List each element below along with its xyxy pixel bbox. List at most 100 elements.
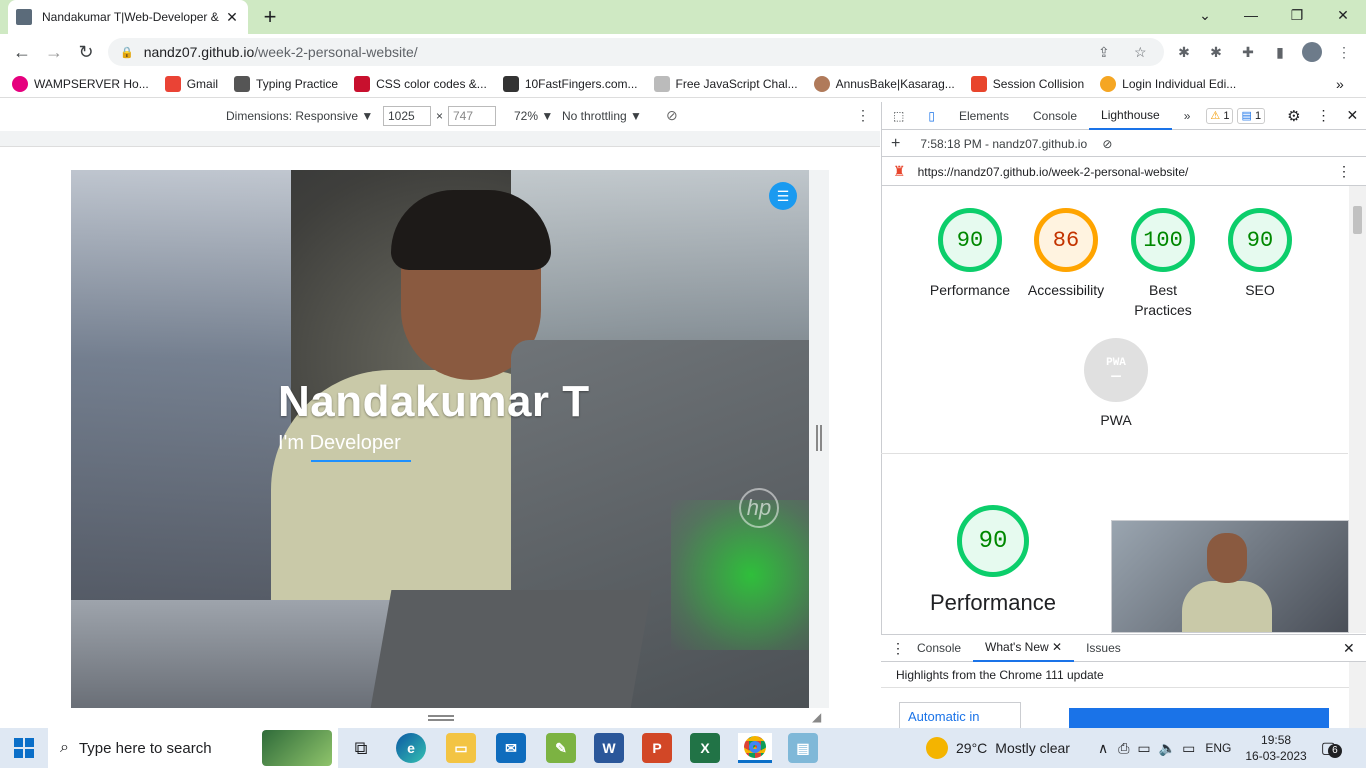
drawer-menu-icon[interactable]: ⋮: [891, 640, 905, 657]
resize-handle-right[interactable]: [816, 425, 822, 451]
drawer-tab-console[interactable]: Console: [905, 634, 973, 662]
thumbnail-shirt: [1182, 581, 1272, 632]
device-toggle-icon[interactable]: ▯: [916, 102, 947, 130]
bookmark-session-collision[interactable]: Session Collision: [970, 75, 1084, 92]
forward-icon[interactable]: →: [42, 40, 66, 64]
clear-reports-icon[interactable]: ⊘: [1102, 137, 1112, 151]
devtools-scrollbar[interactable]: [1349, 186, 1366, 633]
inspect-icon[interactable]: ⬚: [881, 102, 916, 130]
url-host: nandz07.github.io: [143, 44, 255, 60]
bookmark-gmail[interactable]: Gmail: [164, 75, 218, 92]
tray-chevron-icon[interactable]: ∧: [1098, 740, 1108, 757]
tab-elements[interactable]: Elements: [947, 102, 1021, 130]
restore-button[interactable]: ❐: [1274, 0, 1320, 30]
excel-icon[interactable]: X: [690, 733, 720, 763]
extension-bug-icon[interactable]: ✱: [1174, 42, 1194, 62]
chrome-icon[interactable]: [738, 733, 772, 763]
windows-start-icon[interactable]: [14, 738, 34, 758]
drawer-scrollbar[interactable]: [1349, 662, 1366, 728]
height-input[interactable]: 747: [448, 106, 496, 126]
tab-lighthouse[interactable]: Lighthouse: [1089, 102, 1172, 130]
mail-icon[interactable]: ✉: [496, 733, 526, 763]
final-screenshot-thumbnail[interactable]: [1111, 520, 1349, 633]
notepad-icon[interactable]: ▤: [788, 733, 818, 763]
chrome-menu-icon[interactable]: ⋮: [1334, 42, 1354, 62]
score-seo[interactable]: 90 SEO: [1210, 208, 1310, 300]
new-tab-button[interactable]: +: [258, 4, 282, 30]
bookmark-typing-practice[interactable]: Typing Practice: [234, 75, 338, 92]
volume-icon[interactable]: 🔈: [1159, 740, 1176, 757]
tab-console[interactable]: Console: [1021, 102, 1089, 130]
bookmark-star-icon[interactable]: ☆: [1134, 44, 1147, 61]
address-bar[interactable]: 🔒 nandz07.github.io/week-2-personal-webs…: [108, 38, 1164, 66]
usb-icon[interactable]: ⎙: [1118, 740, 1129, 757]
share-icon[interactable]: ⇪: [1098, 44, 1110, 61]
rotate-disabled-icon[interactable]: ⊘: [666, 107, 678, 124]
score-accessibility[interactable]: 86 Accessibility: [1016, 208, 1116, 300]
score-pwa[interactable]: PWA — PWA: [1066, 338, 1166, 430]
extension-bug2-icon[interactable]: ✱: [1206, 42, 1226, 62]
media-query-ruler[interactable]: [0, 131, 880, 147]
notification-icon[interactable]: ▢6: [1321, 738, 1342, 758]
new-report-icon[interactable]: +: [891, 135, 900, 153]
extensions-puzzle-icon[interactable]: ✚: [1238, 42, 1258, 62]
weather-moon-icon[interactable]: [926, 737, 948, 759]
resize-handle-bottom[interactable]: [428, 715, 454, 721]
profile-avatar[interactable]: [1302, 42, 1322, 62]
settings-gear-icon[interactable]: ⚙: [1287, 107, 1300, 125]
more-tabs-icon[interactable]: »: [1172, 102, 1203, 130]
file-explorer-icon[interactable]: ▭: [446, 733, 476, 763]
report-url[interactable]: https://nandz07.github.io/week-2-persona…: [918, 165, 1189, 179]
drawer-tab-issues[interactable]: Issues: [1074, 634, 1133, 662]
report-select[interactable]: 7:58:18 PM - nandz07.github.io ▼: [920, 137, 1092, 151]
bookmark-css-colors[interactable]: CSS color codes &...: [354, 75, 487, 92]
minimize-button[interactable]: —: [1228, 0, 1274, 30]
message-badge[interactable]: ▤ 1: [1237, 107, 1266, 124]
tab-close-icon[interactable]: ✕: [224, 9, 240, 26]
language-indicator[interactable]: ENG: [1205, 741, 1231, 755]
hamburger-menu-icon[interactable]: ☰: [769, 182, 797, 210]
drawer-tab-whats-new[interactable]: What's New ✕: [973, 634, 1075, 662]
word-icon[interactable]: W: [594, 733, 624, 763]
score-performance[interactable]: 90 Performance: [920, 208, 1020, 300]
score-best-practices[interactable]: 100 Best Practices: [1113, 208, 1213, 320]
task-view-icon[interactable]: ⧉: [346, 733, 376, 763]
device-more-icon[interactable]: ⋮: [856, 107, 870, 124]
weather-temp[interactable]: 29°C: [956, 740, 987, 756]
whats-new-card[interactable]: Automatic in: [899, 702, 1021, 728]
browser-tab[interactable]: Nandakumar T|Web-Developer & ✕: [8, 0, 248, 34]
warning-badge[interactable]: ⚠ 1: [1206, 107, 1234, 124]
edge-icon[interactable]: e: [396, 733, 426, 763]
back-icon[interactable]: ←: [10, 40, 34, 64]
bookmark-wampserver[interactable]: WAMPSERVER Ho...: [12, 75, 149, 92]
weather-text[interactable]: Mostly clear: [995, 740, 1070, 756]
close-window-button[interactable]: ✕: [1320, 0, 1366, 30]
clock[interactable]: 19:58 16-03-2023: [1245, 732, 1306, 764]
bookmark-login[interactable]: Login Individual Edi...: [1100, 75, 1236, 92]
scrollbar-thumb[interactable]: [1353, 206, 1362, 234]
taskbar-search-input[interactable]: ⌕ Type here to search: [48, 728, 338, 768]
report-menu-icon[interactable]: ⋮: [1337, 163, 1351, 180]
battery-icon[interactable]: ▭: [1137, 740, 1150, 757]
powerpoint-icon[interactable]: P: [642, 733, 672, 763]
zoom-select[interactable]: 72% ▼: [514, 109, 553, 123]
dimensions-select[interactable]: Dimensions: Responsive ▼: [226, 109, 373, 123]
network-icon[interactable]: ▭: [1182, 740, 1195, 757]
devtools-close-icon[interactable]: ✕: [1347, 107, 1359, 124]
bookmark-free-js[interactable]: Free JavaScript Chal...: [653, 75, 798, 92]
reload-icon[interactable]: ↻: [74, 40, 98, 64]
tab-search-icon[interactable]: ⌄: [1182, 0, 1228, 30]
width-input[interactable]: 1025: [383, 106, 431, 126]
throttling-select[interactable]: No throttling ▼: [562, 109, 642, 123]
resize-corner-icon[interactable]: ◢: [812, 710, 821, 724]
highlights-heading: Highlights from the Chrome 111 update: [896, 668, 1104, 682]
drawer-close-icon[interactable]: ✕: [1343, 640, 1355, 657]
bookmark-10fastfingers[interactable]: 10FastFingers.com...: [502, 75, 638, 92]
bookmark-annusbake[interactable]: AnnusBake|Kasarag...: [813, 75, 955, 92]
devtools-menu-icon[interactable]: ⋮: [1317, 107, 1331, 124]
lock-icon: 🔒: [120, 46, 134, 59]
paint-icon[interactable]: ✎: [546, 733, 576, 763]
close-tab-icon[interactable]: ✕: [1052, 640, 1062, 654]
more-bookmarks-icon[interactable]: »: [1336, 76, 1344, 92]
side-panel-icon[interactable]: ▮: [1270, 42, 1290, 62]
